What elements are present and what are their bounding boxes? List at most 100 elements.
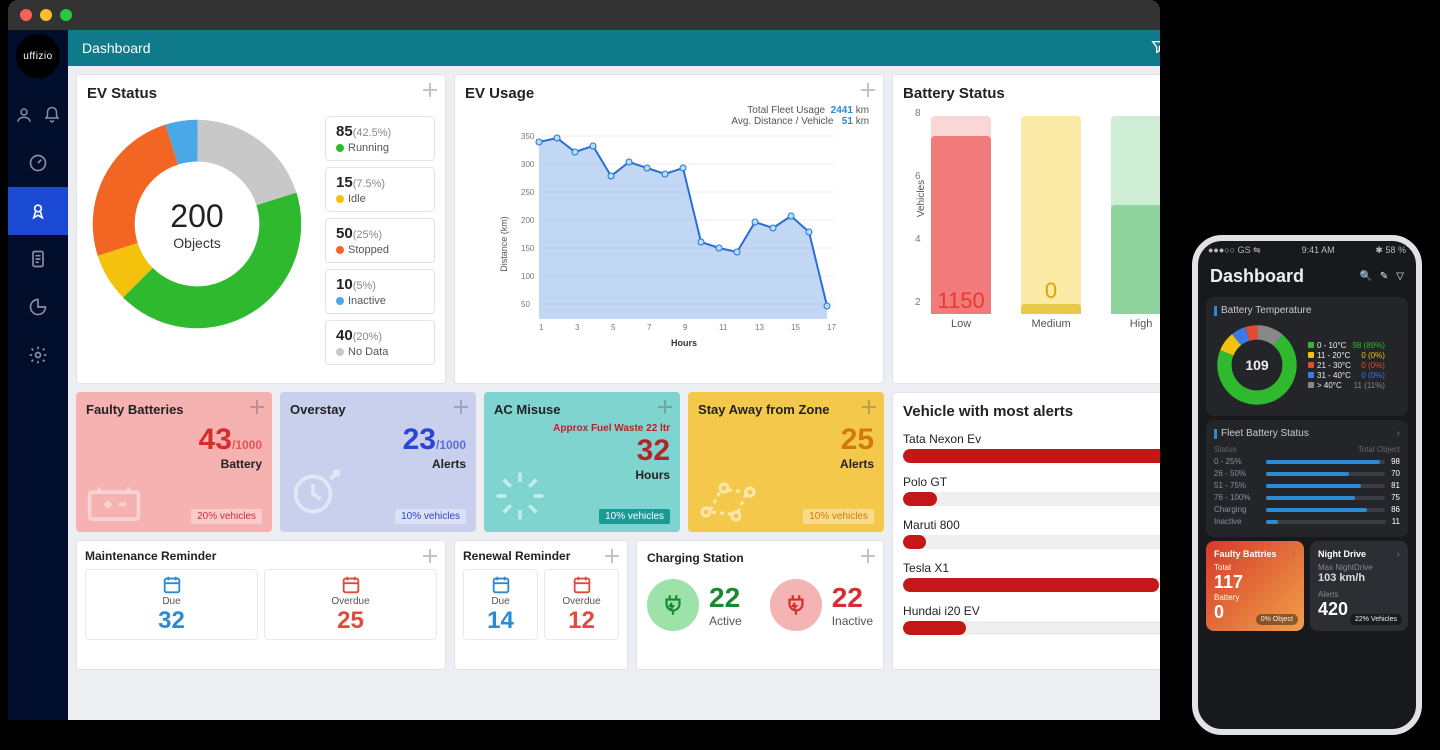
gauge-icon[interactable] (27, 152, 49, 174)
charging-card: Charging Station 22Active 22Inactive (636, 540, 884, 670)
ev-status-title: EV Status (87, 85, 435, 102)
search-icon[interactable]: 🔍 (1359, 271, 1371, 282)
svg-text:3: 3 (575, 323, 580, 332)
reminders-row-2: Renewal ReminderDue14Overdue12 Charging … (454, 540, 884, 670)
ev-status-legend: 85(42.5%)Running 15(7.5%)Idle 50(25%)Stopp… (325, 116, 435, 365)
svg-text:100: 100 (521, 272, 535, 281)
charging-title: Charging Station (647, 551, 873, 565)
overdue-cell: Overdue25 (264, 569, 437, 640)
total-count: 200 (170, 198, 223, 235)
battery-status-card: Battery Status Vehicles 8642 1150Low0Med… (892, 74, 1160, 384)
maximize-dot[interactable] (60, 9, 72, 21)
legend-item[interactable]: 40(20%)No Data (325, 320, 435, 365)
phone-fleet-row: 76 - 100%75 (1214, 493, 1400, 502)
sidebar: uffizio (8, 30, 68, 720)
phone-fleet-row: 51 - 75%81 (1214, 481, 1400, 490)
phone-statusbar: ●●●○○ GS ⇋9:41 AM✱ 58 % (1198, 241, 1416, 260)
gear-icon[interactable] (27, 344, 49, 366)
close-dot[interactable] (20, 9, 32, 21)
maintenance-reminder-card: Maintenance ReminderDue32Overdue25 (76, 540, 446, 670)
ev-usage-chart: Distance (km) 35030025020015010050 13579… (465, 124, 873, 354)
phone-legend-row: 21 - 30°C0 (0%) (1308, 361, 1385, 370)
ev-status-donut: 200 Objects (87, 114, 307, 334)
svg-text:Distance (km): Distance (km) (499, 216, 509, 272)
due-cell: Due14 (463, 569, 538, 640)
document-icon[interactable] (27, 248, 49, 270)
legend-item[interactable]: 85(42.5%)Running (325, 116, 435, 161)
metric-tile[interactable]: Faulty Batteries43/1000Battery20% vehicl… (76, 392, 272, 532)
phone-legend-row: 0 - 10°C98 (89%) (1308, 341, 1385, 350)
phone-bt-legend: 0 - 10°C98 (89%)11 - 20°C0 (0%)21 - 30°C… (1308, 340, 1385, 391)
move-icon[interactable] (423, 83, 437, 97)
bell-icon[interactable] (41, 104, 63, 126)
phone-fleet-row: Charging86 (1214, 505, 1400, 514)
sidebar-user-bell (13, 104, 63, 126)
phone-fleet-battery-card: › Fleet Battery Status StatusTotal Objec… (1206, 420, 1408, 537)
svg-text:11: 11 (719, 323, 728, 332)
move-icon[interactable] (423, 549, 437, 563)
svg-text:250: 250 (521, 188, 535, 197)
alert-row: Hundai i20 EV (903, 604, 1160, 635)
move-icon[interactable] (605, 549, 619, 563)
battery-title: Battery Status (903, 85, 1160, 102)
move-icon[interactable] (861, 83, 875, 97)
battery-chart: Vehicles 8642 1150Low0MediumHigh (903, 108, 1160, 338)
svg-text:Hours: Hours (671, 338, 697, 348)
overdue-cell: Overdue12 (544, 569, 619, 640)
phone-header: Dashboard 🔍 ✎ ▽ (1198, 260, 1416, 293)
filter-icon[interactable]: ▽ (1396, 271, 1404, 282)
move-icon[interactable] (861, 549, 875, 563)
svg-text:15: 15 (791, 323, 800, 332)
charging-inactive: 22Inactive (770, 579, 873, 631)
chevron-right-icon: › (1397, 549, 1400, 560)
svg-text:300: 300 (521, 160, 535, 169)
edit-icon[interactable]: ✎ (1380, 271, 1388, 282)
topbar-actions (1150, 39, 1160, 58)
renewal-reminder-card: Renewal ReminderDue14Overdue12 (454, 540, 628, 670)
chevron-right-icon: › (1293, 549, 1296, 560)
legend-item[interactable]: 15(7.5%)Idle (325, 167, 435, 212)
phone-faulty-tile[interactable]: › Faulty Battries Total 117 Battery 0 0%… (1206, 541, 1304, 631)
reminders-row: Maintenance ReminderDue32Overdue25 (76, 540, 446, 670)
legend-item[interactable]: 50(25%)Stopped (325, 218, 435, 263)
phone-legend-row: 11 - 20°C0 (0%) (1308, 351, 1385, 360)
svg-text:1: 1 (539, 323, 544, 332)
ev-status-card: EV Status 200 (76, 74, 446, 384)
user-icon[interactable] (13, 104, 35, 126)
alert-row: Tesla X1 (903, 561, 1160, 592)
pie-icon[interactable] (27, 296, 49, 318)
chevron-right-icon[interactable]: › (1397, 428, 1400, 439)
alert-row: Maruti 800 (903, 518, 1160, 549)
metric-tile[interactable]: Stay Away from Zone25Alerts10% vehicles (688, 392, 884, 532)
minimize-dot[interactable] (40, 9, 52, 21)
alert-row: Tata Nexon Ev (903, 432, 1160, 463)
svg-text:50: 50 (521, 300, 530, 309)
alerts-title: Vehicle with most alerts (903, 403, 1160, 420)
app-body: uffizio Dashboard (8, 30, 1160, 720)
phone-fb-title: Fleet Battery Status (1214, 428, 1400, 439)
phone-legend-row: 31 - 40°C0 (0%) (1308, 371, 1385, 380)
phone-nightdrive-tile[interactable]: › Night Drive Max NightDrive 103 km/h Al… (1310, 541, 1408, 631)
phone-fleet-row: Inactive11 (1214, 517, 1400, 526)
metric-tile[interactable]: AC MisuseApprox Fuel Waste 22 ltr32Hours… (484, 392, 680, 532)
battery-bar: 0Medium (1021, 116, 1081, 314)
metric-tile[interactable]: Overstay23/1000Alerts10% vehicles (280, 392, 476, 532)
phone-fleet-row: 26 - 50%70 (1214, 469, 1400, 478)
svg-text:150: 150 (521, 244, 535, 253)
svg-text:17: 17 (827, 323, 836, 332)
legend-item[interactable]: 10(5%)Inactive (325, 269, 435, 314)
brand-logo[interactable]: uffizio (16, 34, 60, 78)
svg-text:9: 9 (683, 323, 688, 332)
phone-legend-row: > 40°C11 (11%) (1308, 381, 1385, 390)
dashboard-grid: EV Status 200 (68, 66, 1160, 720)
battery-bar: High (1111, 116, 1160, 314)
badge-icon[interactable] (8, 187, 68, 235)
filter-icon[interactable] (1150, 39, 1160, 58)
svg-text:350: 350 (521, 132, 535, 141)
ev-usage-title: EV Usage (465, 85, 873, 102)
titlebar (8, 0, 1160, 30)
svg-text:200: 200 (521, 216, 535, 225)
phone-fleet-row: 0 - 25%98 (1214, 457, 1400, 466)
alerts-card: Vehicle with most alerts Tata Nexon EvPo… (892, 392, 1160, 670)
phone-title: Dashboard (1210, 266, 1304, 287)
